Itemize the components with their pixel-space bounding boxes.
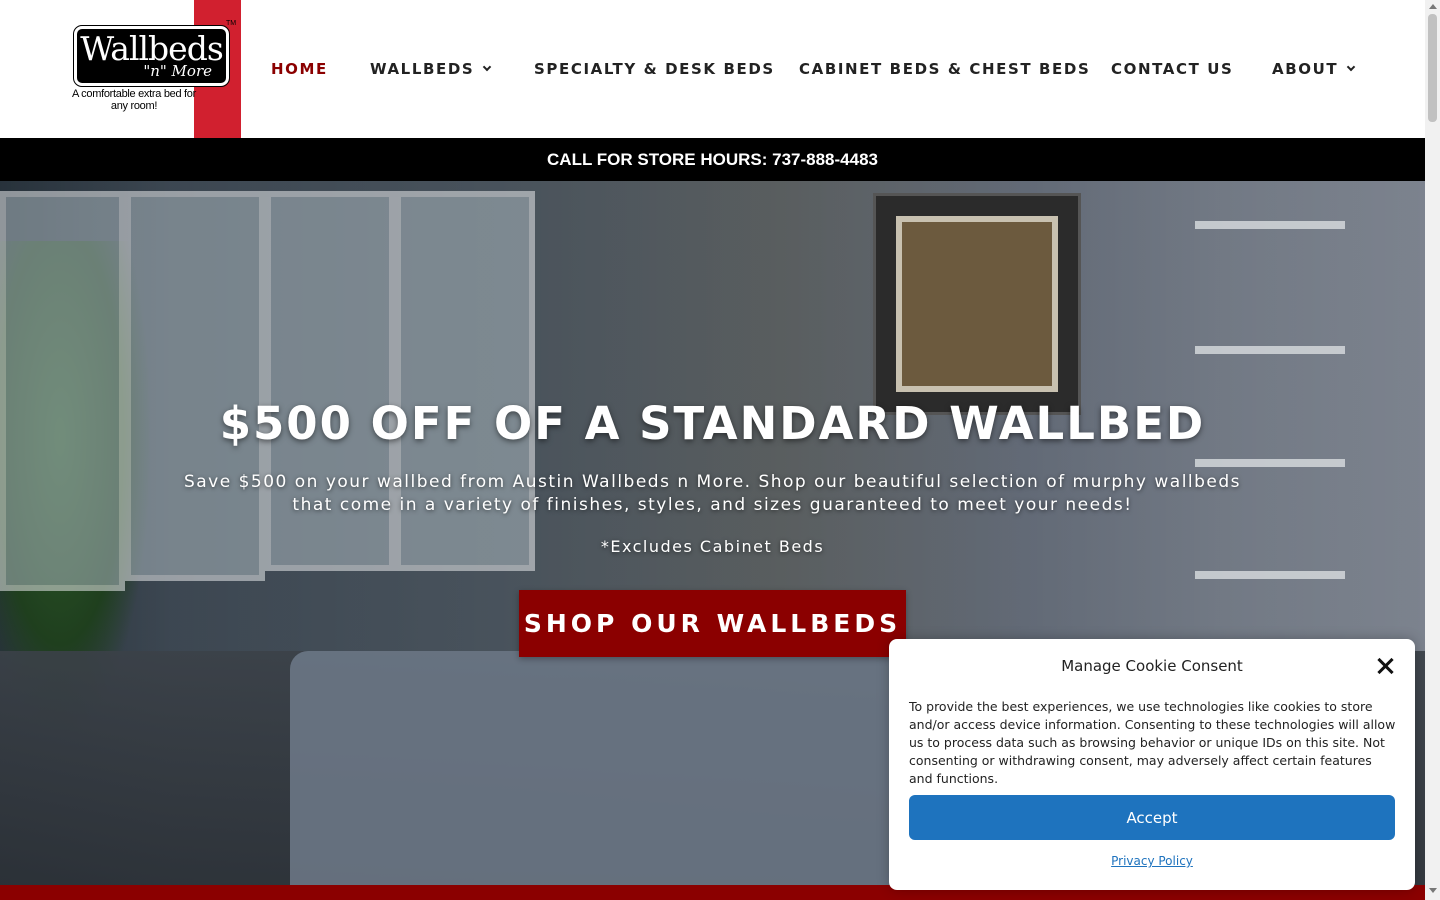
nav-home[interactable]: HOME (271, 59, 328, 79)
cookie-consent-dialog: Manage Cookie Consent To provide the bes… (889, 639, 1415, 890)
nav-specialty[interactable]: SPECIALTY & DESK BEDS (534, 59, 775, 79)
privacy-policy-link[interactable]: Privacy Policy (889, 854, 1415, 868)
nav-home-label: HOME (271, 60, 328, 78)
scroll-down-icon[interactable] (1429, 888, 1437, 893)
hero-window-decor (125, 191, 265, 581)
nav-specialty-label: SPECIALTY & DESK BEDS (534, 60, 775, 78)
hero-note: *Excludes Cabinet Beds (600, 537, 825, 556)
hero-shelf (1195, 571, 1345, 579)
cookie-accept-button[interactable]: Accept (909, 795, 1395, 840)
close-icon[interactable] (1375, 656, 1395, 676)
store-hours-bar: CALL FOR STORE HOURS: 737-888-4483 (0, 138, 1425, 181)
logo-tagline: A comfortable extra bed for any room! (72, 88, 196, 112)
nav-cabinet[interactable]: CABINET BEDS & CHEST BEDS (799, 59, 1090, 79)
page-scrollbar[interactable] (1425, 0, 1440, 900)
site-header: Wallbeds "n" More TM A comfortable extra… (0, 0, 1425, 138)
scroll-up-icon[interactable] (1429, 4, 1437, 9)
hero-shelf (1195, 459, 1345, 467)
nav-wallbeds[interactable]: WALLBEDS (370, 59, 492, 79)
nav-about[interactable]: ABOUT (1272, 59, 1356, 79)
shop-wallbeds-button[interactable]: SHOP OUR WALLBEDS (519, 590, 906, 657)
nav-wallbeds-label: WALLBEDS (370, 60, 475, 78)
nav-cabinet-label: CABINET BEDS & CHEST BEDS (799, 60, 1091, 78)
nav-contact-label: CONTACT US (1111, 60, 1234, 78)
chevron-down-icon (483, 62, 492, 72)
logo-tm: TM (226, 20, 237, 27)
chevron-down-icon (1346, 62, 1356, 72)
hero-shelf (1195, 346, 1345, 354)
hero-bed (290, 651, 910, 891)
hero-window-decor (0, 191, 125, 591)
nav-about-label: ABOUT (1272, 60, 1339, 78)
cookie-title: Manage Cookie Consent (1061, 657, 1243, 675)
hero-subtitle: Save $500 on your wallbed from Austin Wa… (183, 472, 1242, 515)
logo-sub: "n" More (143, 62, 212, 80)
nav-contact[interactable]: CONTACT US (1111, 59, 1233, 79)
site-logo[interactable]: Wallbeds "n" More TM A comfortable extra… (70, 0, 241, 138)
scrollbar-thumb[interactable] (1428, 14, 1437, 122)
hero-shelf (1195, 221, 1345, 229)
hero-framed-art (873, 193, 1081, 415)
logo-badge: Wallbeds "n" More (73, 25, 230, 87)
cookie-description: To provide the best experiences, we use … (909, 699, 1396, 786)
hero-framed-art-inner (896, 216, 1058, 392)
hero-title: $500 OFF OF A STANDARD WALLBED (219, 397, 1206, 450)
